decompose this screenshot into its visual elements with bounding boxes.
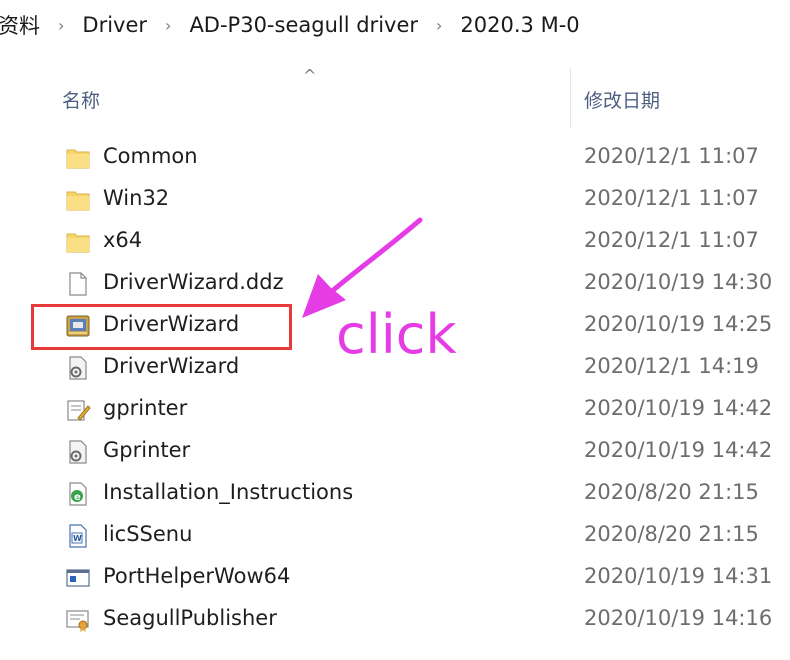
settings-file-icon bbox=[64, 438, 92, 466]
folder-icon bbox=[64, 144, 92, 172]
file-list: Common 2020/12/1 11:07 Win32 2020/12/1 1… bbox=[0, 136, 790, 640]
folder-icon bbox=[64, 186, 92, 214]
file-name: x64 bbox=[103, 228, 143, 252]
file-name: gprinter bbox=[103, 396, 188, 420]
file-row[interactable]: gprinter 2020/10/19 14:42 bbox=[0, 388, 790, 430]
file-row[interactable]: PortHelperWow64 2020/10/19 14:31 bbox=[0, 556, 790, 598]
file-date-modified: 2020/10/19 14:42 bbox=[584, 396, 773, 420]
breadcrumb-item-seagull-driver[interactable]: AD-P30-seagull driver bbox=[189, 13, 418, 37]
file-date-modified: 2020/10/19 14:30 bbox=[584, 270, 773, 294]
svg-text:W: W bbox=[73, 534, 82, 543]
file-row[interactable]: e Installation_Instructions 2020/8/20 21… bbox=[0, 472, 790, 514]
file-date-modified: 2020/10/19 14:31 bbox=[584, 564, 773, 588]
file-row[interactable]: Common 2020/12/1 11:07 bbox=[0, 136, 790, 178]
breadcrumb-item-current-folder[interactable]: 2020.3 M-0 bbox=[460, 13, 579, 37]
file-name: Installation_Instructions bbox=[103, 480, 354, 504]
file-date-modified: 2020/10/19 14:25 bbox=[584, 312, 773, 336]
sort-ascending-icon: ^ bbox=[303, 66, 317, 85]
breadcrumb: 资料 › Driver › AD-P30-seagull driver › 20… bbox=[0, 0, 790, 50]
column-header-row: ^ 名称 修改日期 bbox=[0, 64, 790, 128]
file-date-modified: 2020/10/19 14:42 bbox=[584, 438, 773, 462]
svg-text:e: e bbox=[74, 492, 81, 503]
file-name: Win32 bbox=[103, 186, 170, 210]
annotation-highlight-box bbox=[31, 304, 292, 350]
file-row[interactable]: Gprinter 2020/10/19 14:42 bbox=[0, 430, 790, 472]
settings-file-icon bbox=[64, 354, 92, 382]
column-header-name[interactable]: 名称 bbox=[62, 86, 100, 113]
file-row[interactable]: SeagullPublisher 2020/10/19 14:16 bbox=[0, 598, 790, 640]
file-date-modified: 2020/8/20 21:15 bbox=[584, 522, 759, 546]
file-name: DriverWizard.ddz bbox=[103, 270, 284, 294]
file-name: DriverWizard bbox=[103, 354, 240, 378]
file-row[interactable]: DriverWizard.ddz 2020/10/19 14:30 bbox=[0, 262, 790, 304]
file-date-modified: 2020/12/1 14:19 bbox=[584, 354, 759, 378]
file-name: PortHelperWow64 bbox=[103, 564, 291, 588]
chevron-right-icon[interactable]: › bbox=[436, 16, 442, 35]
file-name: Gprinter bbox=[103, 438, 191, 462]
file-row[interactable]: W licSSenu 2020/8/20 21:15 bbox=[0, 514, 790, 556]
file-date-modified: 2020/10/19 14:16 bbox=[584, 606, 773, 630]
breadcrumb-item-driver[interactable]: Driver bbox=[82, 13, 147, 37]
word-document-icon: W bbox=[64, 522, 92, 550]
certificate-icon bbox=[64, 606, 92, 634]
file-row[interactable]: x64 2020/12/1 11:07 bbox=[0, 220, 790, 262]
breadcrumb-item-materials[interactable]: 资料 bbox=[0, 10, 40, 40]
file-date-modified: 2020/12/1 11:07 bbox=[584, 228, 759, 252]
file-date-modified: 2020/12/1 11:07 bbox=[584, 144, 759, 168]
chevron-right-icon[interactable]: › bbox=[165, 16, 171, 35]
html-document-icon: e bbox=[64, 480, 92, 508]
text-config-icon bbox=[64, 396, 92, 424]
annotation-click-label: click bbox=[336, 303, 457, 366]
folder-icon bbox=[64, 228, 92, 256]
file-name: SeagullPublisher bbox=[103, 606, 277, 630]
column-divider[interactable] bbox=[570, 68, 571, 128]
blank-file-icon bbox=[64, 270, 92, 298]
file-name: licSSenu bbox=[103, 522, 193, 546]
file-row[interactable]: Win32 2020/12/1 11:07 bbox=[0, 178, 790, 220]
column-header-date-modified[interactable]: 修改日期 bbox=[584, 86, 660, 113]
file-date-modified: 2020/8/20 21:15 bbox=[584, 480, 759, 504]
file-name: Common bbox=[103, 144, 198, 168]
file-explorer-window: 资料 › Driver › AD-P30-seagull driver › 20… bbox=[0, 0, 790, 660]
chevron-right-icon[interactable]: › bbox=[58, 16, 64, 35]
application-window-icon bbox=[64, 564, 92, 592]
file-date-modified: 2020/12/1 11:07 bbox=[584, 186, 759, 210]
